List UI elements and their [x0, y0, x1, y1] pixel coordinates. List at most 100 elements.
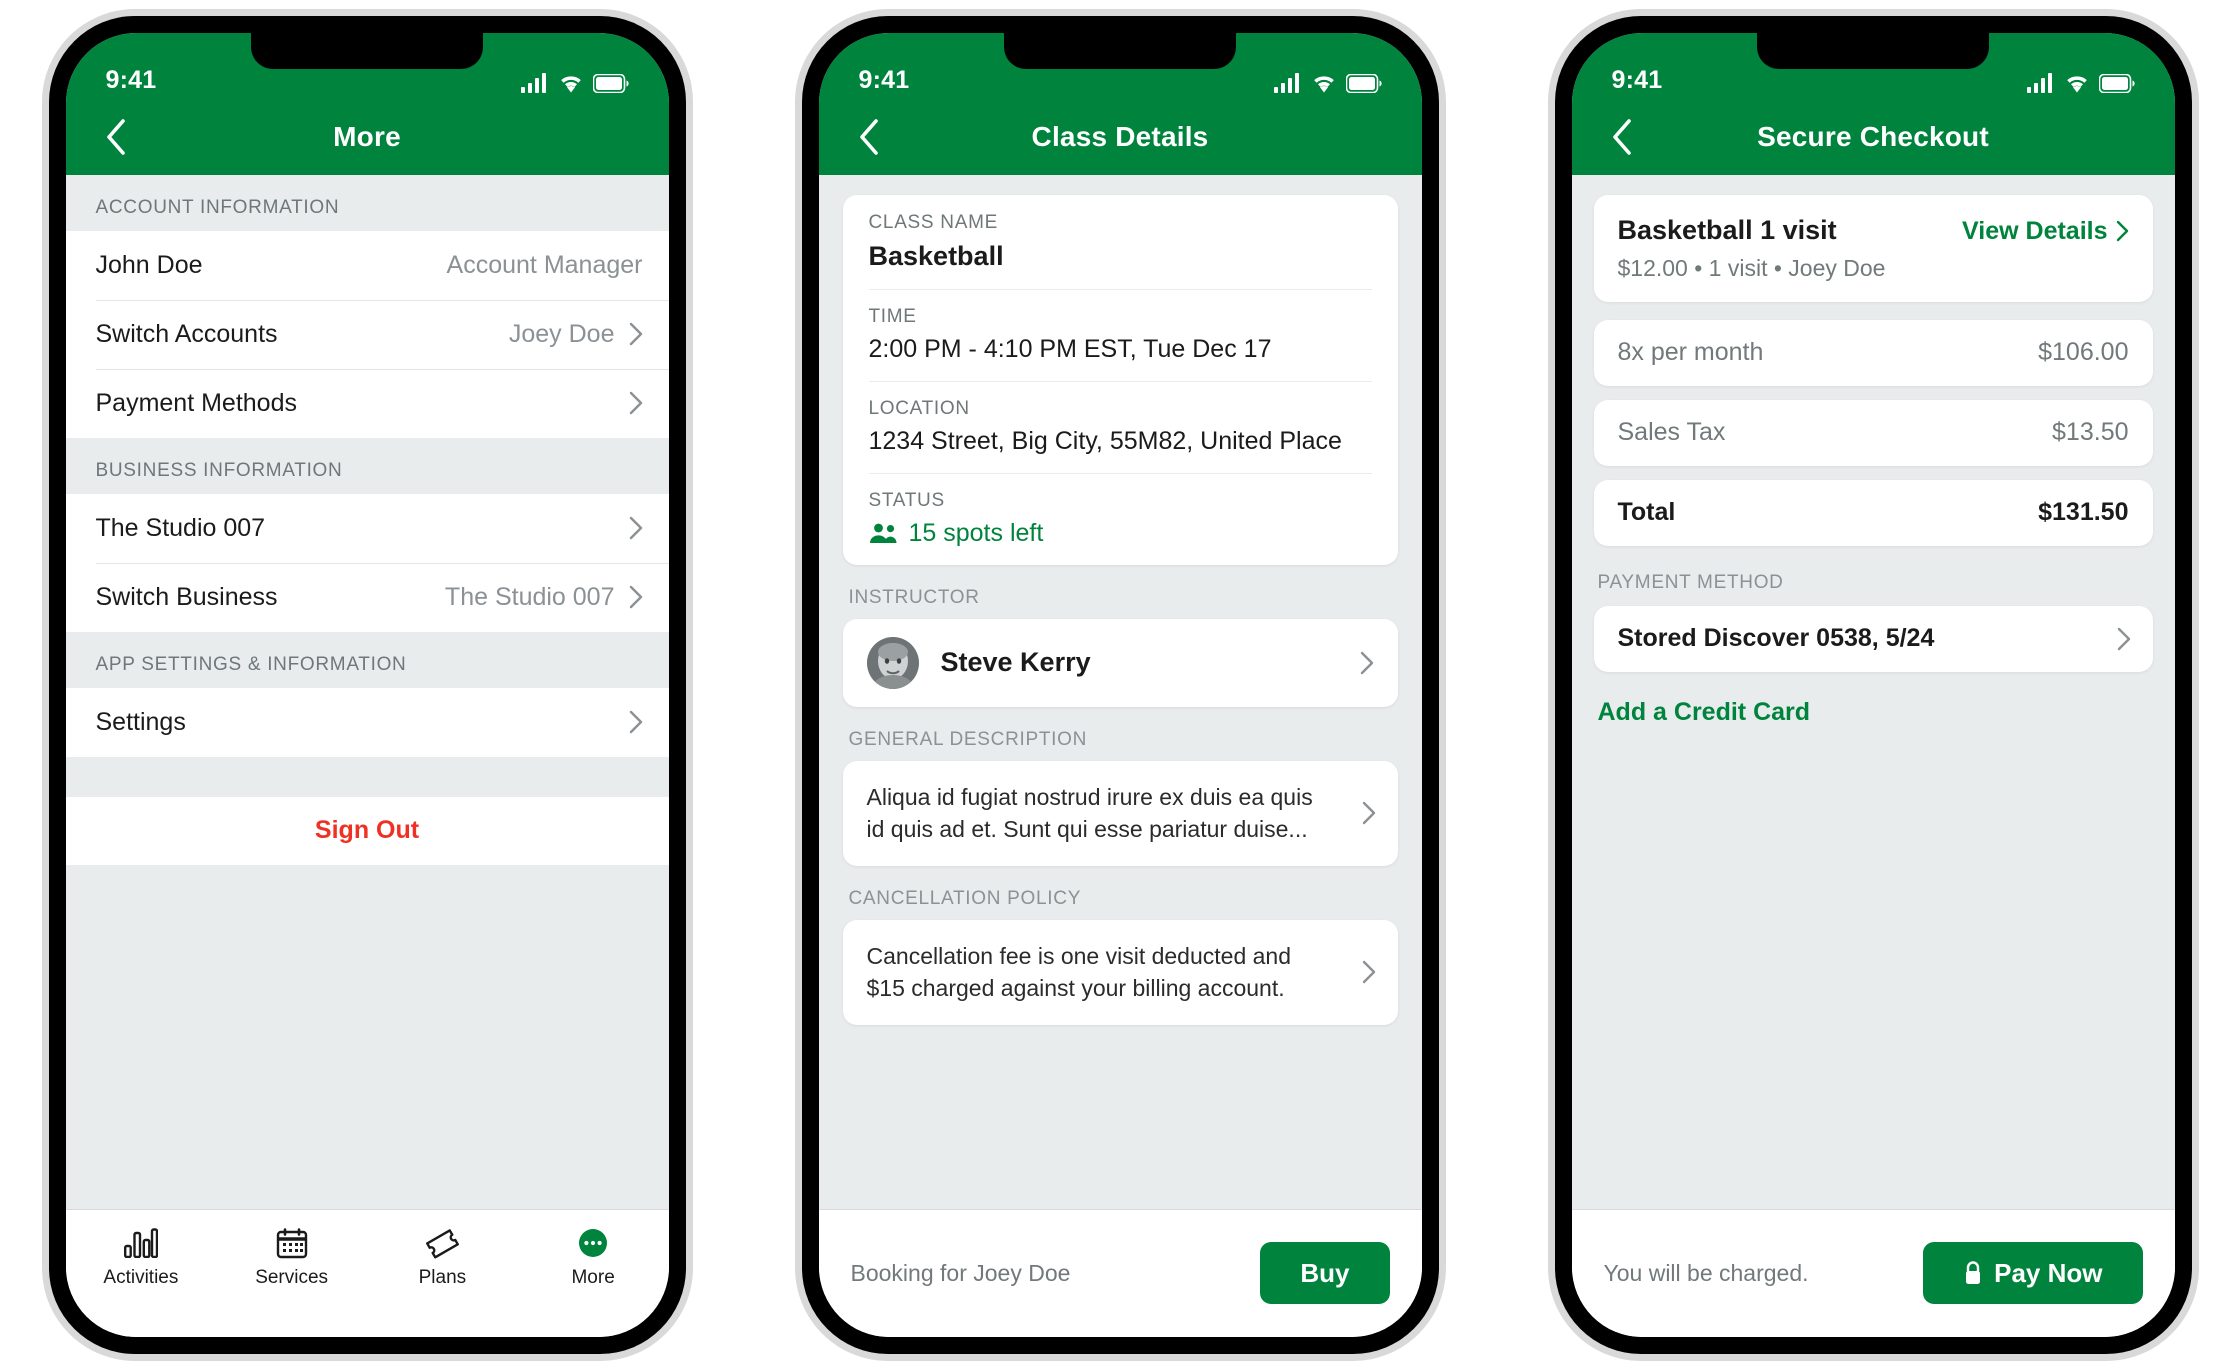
section-spacer: [65, 756, 669, 797]
topbar-checkout: 9:41 Secure Checkout: [1571, 32, 2175, 175]
nav-bar-checkout: Secure Checkout: [1572, 99, 2175, 175]
tab-more[interactable]: More: [518, 1226, 669, 1289]
sign-out-button[interactable]: Sign Out: [65, 796, 669, 865]
field-label: CLASS NAME: [868, 211, 998, 233]
row-switch-accounts[interactable]: Switch Accounts Joey Doe: [65, 299, 669, 369]
field-time: TIME 2:00 PM - 4:10 PM EST, Tue Dec 17: [843, 288, 1398, 381]
device-notch: [251, 32, 483, 69]
instructor-row[interactable]: Steve Kerry: [842, 618, 1398, 707]
signal-bars-icon: [2026, 72, 2055, 93]
view-details-link[interactable]: View Details: [1962, 217, 2128, 246]
status-text: 15 spots left: [908, 518, 1044, 547]
field-label: TIME: [868, 305, 917, 327]
tab-label: Services: [255, 1266, 329, 1288]
field-value: 1234 Street, Big City, 55M82, United Pla…: [868, 426, 1342, 455]
signal-bars-icon: [1273, 72, 1302, 93]
row-john-doe[interactable]: John Doe Account Manager: [65, 230, 669, 300]
device-notch: [1004, 32, 1236, 69]
row-value: Joey Doe: [508, 319, 615, 348]
row-label: The Studio 007: [95, 513, 266, 542]
buy-button-label: Buy: [1300, 1257, 1350, 1288]
topbar-class-details: 9:41 Class Details: [818, 32, 1422, 175]
chevron-right-icon: [1362, 960, 1376, 984]
page-title: More: [333, 120, 401, 152]
lock-icon: [1963, 1260, 1983, 1286]
page-title: Class Details: [1031, 120, 1209, 152]
field-class-name: CLASS NAME Basketball: [843, 195, 1398, 289]
battery-icon: [1345, 73, 1382, 93]
payment-method-row[interactable]: Stored Discover 0538, 5/24: [1593, 605, 2153, 672]
row-label: Payment Methods: [95, 388, 298, 417]
pay-now-label: Pay Now: [1994, 1257, 2103, 1288]
checkout-content: Basketball 1 visit View Details $12.00 •…: [1571, 174, 2175, 1209]
field-status: STATUS 15 spots left: [843, 472, 1398, 565]
screen-secure-checkout: 9:41 Secure Checkout Basketball 1 visit …: [1571, 32, 2175, 1337]
battery-icon: [592, 73, 629, 93]
section-label-instructor: INSTRUCTOR: [848, 586, 980, 608]
wifi-icon: [1311, 73, 1337, 93]
section-label-description: GENERAL DESCRIPTION: [848, 728, 1088, 750]
chevron-right-icon: [1362, 801, 1376, 825]
booking-for-note: Booking for Joey Doe: [850, 1259, 1071, 1286]
screen-more: 9:41 More ACCOUNT INFORMATION John Doe A…: [65, 32, 669, 1337]
device-notch: [1757, 32, 1989, 69]
section-header-business: BUSINESS INFORMATION: [65, 437, 669, 494]
line-label: Total: [1617, 498, 1676, 526]
row-label: Settings: [95, 707, 186, 736]
line-label: Sales Tax: [1617, 418, 1726, 446]
battery-icon: [2098, 73, 2135, 93]
nav-bar-more: More: [66, 99, 669, 175]
payment-method-label: Stored Discover 0538, 5/24: [1617, 624, 1935, 652]
status-time: 9:41: [105, 65, 157, 94]
row-value: The Studio 007: [444, 582, 615, 611]
signal-bars-icon: [520, 72, 549, 93]
status-time: 9:41: [1611, 65, 1663, 94]
checkout-footer: You will be charged. Pay Now: [1571, 1208, 2175, 1337]
class-details-content: CLASS NAME Basketball TIME 2:00 PM - 4:1…: [818, 174, 1422, 1209]
field-label: STATUS: [868, 489, 945, 511]
calendar-icon: [276, 1226, 308, 1260]
nav-bar-class-details: Class Details: [819, 99, 1422, 175]
cancellation-card[interactable]: Cancellation fee is one visit deducted a…: [842, 919, 1398, 1026]
wifi-icon: [2064, 73, 2090, 93]
people-icon: [869, 522, 899, 544]
status-indicators: [2026, 72, 2135, 93]
buy-button[interactable]: Buy: [1260, 1242, 1390, 1304]
tab-activities[interactable]: Activities: [66, 1226, 217, 1289]
tab-label: More: [571, 1266, 615, 1288]
back-chevron-icon[interactable]: [1602, 117, 1642, 157]
order-summary-card: Basketball 1 visit View Details $12.00 •…: [1593, 194, 2153, 302]
wifi-icon: [558, 73, 584, 93]
line-item-total: Total $131.50: [1593, 479, 2153, 546]
chevron-right-icon: [2117, 627, 2131, 651]
row-switch-business[interactable]: Switch Business The Studio 007: [65, 562, 669, 632]
status-time: 9:41: [858, 65, 910, 94]
row-settings[interactable]: Settings: [65, 687, 669, 757]
tab-plans[interactable]: Plans: [367, 1226, 518, 1289]
order-subtitle: $12.00 • 1 visit • Joey Doe: [1617, 254, 1886, 281]
row-payment-methods[interactable]: Payment Methods: [65, 368, 669, 438]
topbar-more: 9:41 More: [65, 32, 669, 175]
back-chevron-icon[interactable]: [849, 117, 889, 157]
chevron-right-icon: [629, 322, 643, 346]
add-credit-card-link[interactable]: Add a Credit Card: [1594, 672, 2153, 753]
line-amount: $131.50: [2038, 498, 2129, 526]
chevron-right-icon: [629, 585, 643, 609]
chevron-right-icon: [2116, 220, 2129, 242]
pay-now-button[interactable]: Pay Now: [1923, 1242, 2143, 1304]
tab-label: Plans: [418, 1266, 467, 1288]
row-the-studio-007[interactable]: The Studio 007: [65, 493, 669, 563]
chevron-right-icon: [629, 391, 643, 415]
row-label: John Doe: [95, 250, 203, 279]
tab-services[interactable]: Services: [216, 1226, 367, 1289]
field-value: Basketball: [868, 240, 1004, 271]
description-card[interactable]: Aliqua id fugiat nostrud irure ex duis e…: [842, 760, 1398, 866]
back-chevron-icon[interactable]: [96, 117, 136, 157]
status-badge: 15 spots left: [869, 519, 1372, 548]
order-summary-top: Basketball 1 visit View Details: [1618, 215, 2129, 246]
bottom-tab-bar: Activities Services Plans More: [65, 1208, 669, 1337]
section-header-account: ACCOUNT INFORMATION: [65, 174, 669, 231]
order-title: Basketball 1 visit: [1617, 214, 1837, 245]
field-label: LOCATION: [868, 397, 970, 419]
status-indicators: [520, 72, 629, 93]
